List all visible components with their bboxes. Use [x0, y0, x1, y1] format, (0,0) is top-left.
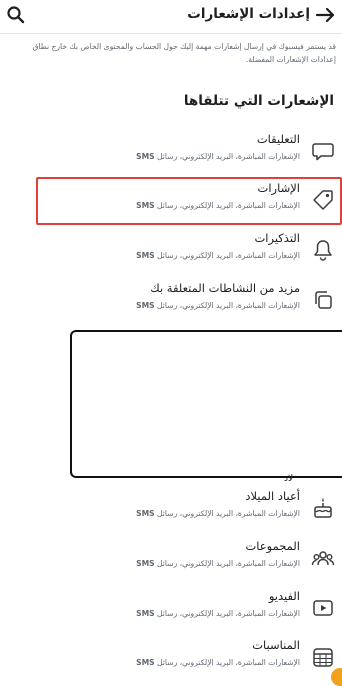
notification-settings-page: إعدادات الإشعارات قد يستمر فيسبوك في إرس…: [0, 0, 342, 686]
calendar-icon: [313, 648, 333, 667]
redacted-area: [70, 330, 342, 478]
setting-item-video[interactable]: الفيديو الإشعارات المباشرة، البريد الإلك…: [0, 588, 342, 632]
groups-icon: [311, 551, 335, 566]
setting-item-comments[interactable]: التعليقات الإشعارات المباشرة، البريد الإ…: [0, 131, 342, 175]
setting-item-events[interactable]: المناسبات الإشعارات المباشرة، البريد الإ…: [0, 637, 342, 681]
video-play-icon: [313, 600, 333, 616]
item-label: المجموعات: [245, 539, 300, 553]
item-label: أعياد الميلاد: [245, 489, 300, 503]
item-description: الإشعارات المباشرة، البريد الإلكتروني، ر…: [136, 509, 300, 518]
item-description: الإشعارات المباشرة، البريد الإلكتروني، ر…: [136, 609, 300, 618]
comment-icon: [312, 143, 334, 161]
page-title: إعدادات الإشعارات: [187, 6, 310, 22]
item-label: مزيد من النشاطات المتعلقة بك: [150, 281, 300, 295]
item-description: الإشعارات المباشرة، البريد الإلكتروني، ر…: [136, 251, 300, 260]
birthday-cake-icon: [314, 498, 332, 518]
setting-item-groups[interactable]: المجموعات الإشعارات المباشرة، البريد الإ…: [0, 538, 342, 582]
floating-dot: [331, 668, 342, 686]
setting-item-more-activity[interactable]: مزيد من النشاطات المتعلقة بك الإشعارات ا…: [0, 280, 342, 324]
bell-icon: [314, 240, 332, 261]
copy-icon: [315, 291, 332, 309]
item-description: الإشعارات المباشرة، البريد الإلكتروني، ر…: [136, 658, 300, 667]
redacted-text-fragment: لاد: [284, 474, 294, 484]
item-label: التذكيرات: [254, 231, 300, 245]
item-label: الفيديو: [268, 589, 300, 603]
search-icon[interactable]: [6, 5, 26, 25]
setting-item-birthdays[interactable]: أعياد الميلاد الإشعارات المباشرة، البريد…: [0, 488, 342, 532]
item-description: الإشعارات المباشرة، البريد الإلكتروني، ر…: [136, 301, 300, 310]
highlight-box: [36, 177, 342, 225]
setting-item-reminders[interactable]: التذكيرات الإشعارات المباشرة، البريد الإ…: [0, 230, 342, 274]
item-label: المناسبات: [252, 638, 300, 652]
top-bar: إعدادات الإشعارات: [0, 0, 342, 34]
item-description: الإشعارات المباشرة، البريد الإلكتروني، ر…: [136, 152, 300, 161]
arrow-right-icon[interactable]: [314, 4, 336, 26]
section-title: الإشعارات التي تتلقاها: [183, 93, 334, 109]
intro-text: قد يستمر فيسبوك في إرسال إشعارات مهمة إل…: [32, 42, 336, 64]
item-description: الإشعارات المباشرة، البريد الإلكتروني، ر…: [136, 559, 300, 568]
item-label: التعليقات: [256, 132, 300, 146]
